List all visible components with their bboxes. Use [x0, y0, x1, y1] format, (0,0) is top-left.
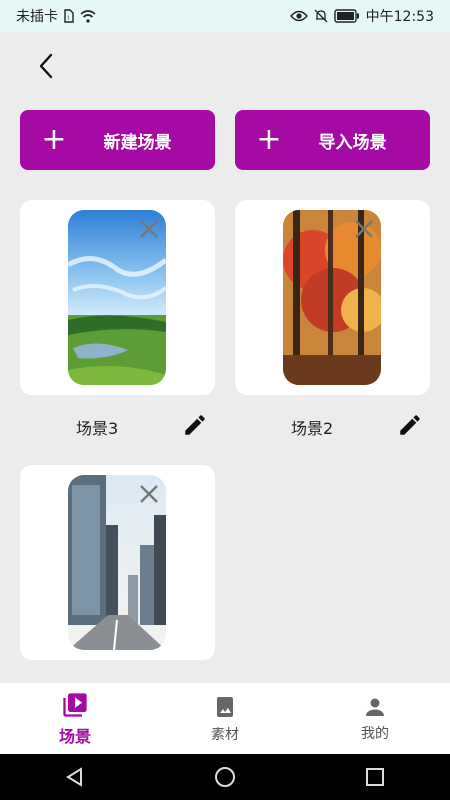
import-scene-button[interactable]: + 导入场景	[235, 110, 430, 170]
edit-icon[interactable]	[182, 412, 208, 438]
new-scene-label: 新建场景	[103, 132, 172, 153]
nav-label: 场景	[58, 726, 91, 746]
scene-title: 场景2	[291, 419, 334, 438]
mute-bell-icon	[314, 9, 328, 23]
video-library-icon	[63, 692, 87, 717]
scene-card[interactable]	[20, 465, 215, 660]
photo-book-icon	[217, 696, 233, 717]
battery-icon	[333, 9, 360, 23]
scene-title: 场景3	[76, 419, 119, 438]
person-icon	[366, 698, 384, 716]
status-bar: 未插卡 ! 中午12:53	[0, 0, 450, 32]
eye-icon	[289, 10, 308, 22]
carrier-text: 未插卡	[16, 9, 58, 25]
clock: 中午12:53	[365, 9, 434, 25]
triangle-back-icon	[66, 767, 82, 787]
back-button[interactable]	[28, 48, 64, 84]
scene-card[interactable]	[235, 200, 430, 395]
nav-item-mine[interactable]: 我的	[300, 683, 450, 754]
edit-icon[interactable]	[397, 412, 423, 438]
scene-thumbnail[interactable]	[68, 475, 166, 650]
chevron-left-icon	[39, 53, 53, 79]
square-recents-icon	[366, 768, 384, 786]
nav-item-materials[interactable]: 素材	[150, 683, 300, 754]
circle-home-icon	[215, 767, 235, 787]
sim-icon: !	[64, 9, 74, 23]
delete-icon[interactable]	[138, 483, 160, 505]
nav-label: 素材	[211, 726, 239, 743]
svg-text:!: !	[67, 15, 69, 22]
plus-icon: +	[41, 122, 67, 157]
nav-item-scenes[interactable]: 场景	[0, 683, 150, 754]
plus-icon: +	[256, 122, 282, 157]
system-recents-button[interactable]	[355, 757, 395, 797]
nav-label: 我的	[361, 725, 389, 742]
scene-thumbnail[interactable]	[283, 210, 381, 385]
bottom-nav: 场景 素材 我的	[0, 683, 450, 754]
import-scene-label: 导入场景	[318, 132, 387, 153]
system-nav-bar	[0, 754, 450, 800]
wifi-icon	[80, 9, 96, 23]
delete-icon[interactable]	[138, 218, 160, 240]
system-back-button[interactable]	[55, 757, 95, 797]
scene-thumbnail[interactable]	[68, 210, 166, 385]
scene-card[interactable]	[20, 200, 215, 395]
new-scene-button[interactable]: + 新建场景	[20, 110, 215, 170]
delete-icon[interactable]	[353, 218, 375, 240]
system-home-button[interactable]	[205, 757, 245, 797]
